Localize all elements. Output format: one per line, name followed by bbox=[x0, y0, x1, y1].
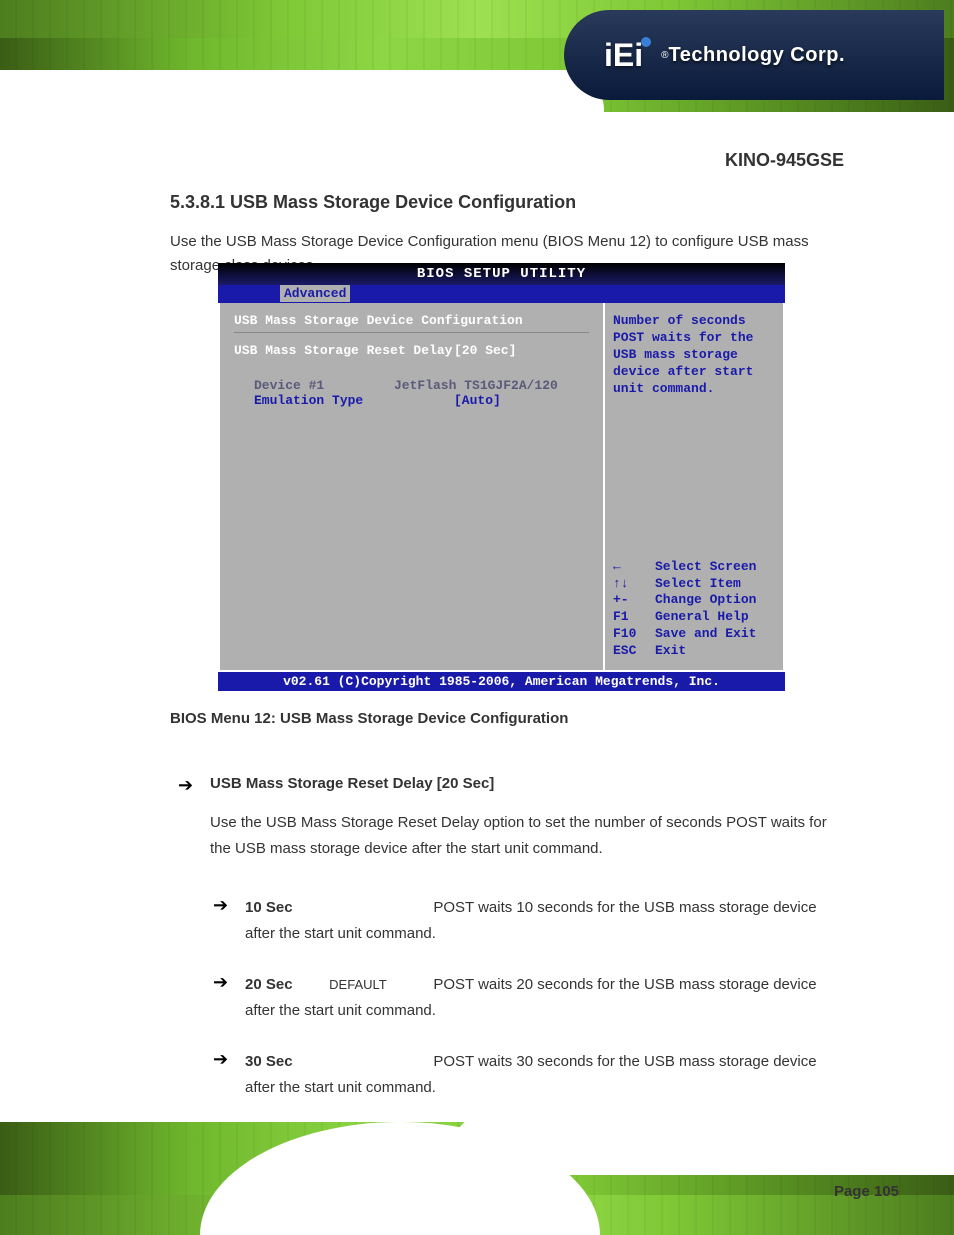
header-swoosh bbox=[0, 70, 604, 120]
bios-device-value: JetFlash TS1GJF2A/120 bbox=[394, 378, 558, 393]
bios-footer: v02.61 (C)Copyright 1985-2006, American … bbox=[218, 672, 785, 691]
suboption-30sec: 30 Sec POST waits 30 seconds for the USB… bbox=[245, 1049, 844, 1100]
logo-bubble: iEi ® Technology Corp. bbox=[564, 10, 944, 100]
bios-section-title: USB Mass Storage Device Configuration bbox=[234, 313, 589, 328]
bios-reset-delay-row[interactable]: USB Mass Storage Reset Delay [20 Sec] bbox=[234, 343, 589, 358]
option-title-reset-delay: USB Mass Storage Reset Delay [20 Sec] bbox=[210, 775, 494, 792]
bios-help-text: Number of seconds POST waits for the USB… bbox=[613, 313, 775, 397]
logo-tagline: Technology Corp. bbox=[669, 44, 846, 67]
bios-nav-row-1: ↑↓Select Item bbox=[613, 576, 775, 593]
option-desc-reset-delay: Use the USB Mass Storage Reset Delay opt… bbox=[210, 810, 844, 861]
logo-dot-icon bbox=[641, 37, 651, 47]
bios-divider bbox=[234, 332, 589, 333]
bios-emulation-value: [Auto] bbox=[454, 393, 501, 408]
bios-tab-advanced[interactable]: Advanced bbox=[280, 285, 350, 302]
suboption-default: DEFAULT bbox=[329, 974, 429, 996]
section-heading: 5.3.8.1 USB Mass Storage Device Configur… bbox=[170, 192, 576, 213]
arrow-icon: ➔ bbox=[178, 775, 193, 796]
arrow-icon: ➔ bbox=[213, 972, 228, 993]
bios-emulation-label: Emulation Type bbox=[254, 393, 454, 408]
footer-band bbox=[0, 1122, 954, 1235]
page-label: Page 105 bbox=[834, 1183, 899, 1200]
bios-nav-row-4: F10Save and Exit bbox=[613, 626, 775, 643]
bios-reset-delay-label: USB Mass Storage Reset Delay bbox=[234, 343, 454, 358]
bios-screenshot: BIOS SETUP UTILITY Advanced USB Mass Sto… bbox=[218, 263, 785, 690]
suboption-desc: POST waits 30 seconds for the USB mass s… bbox=[245, 1053, 817, 1096]
logo-reg: ® bbox=[661, 50, 668, 61]
suboption-desc: POST waits 10 seconds for the USB mass s… bbox=[245, 899, 817, 942]
logo-brand: iEi bbox=[604, 37, 651, 74]
bios-left-panel: USB Mass Storage Device Configuration US… bbox=[220, 303, 605, 670]
bios-tabbar: Advanced bbox=[218, 285, 785, 303]
bios-titlebar: BIOS SETUP UTILITY bbox=[218, 263, 785, 285]
suboption-10sec: 10 Sec POST waits 10 seconds for the USB… bbox=[245, 895, 844, 946]
suboption-key: 10 Sec bbox=[245, 895, 325, 921]
product-name: KINO-945GSE bbox=[725, 150, 844, 171]
bios-nav-row-5: ESCExit bbox=[613, 643, 775, 660]
bios-nav-help: ←Select Screen ↑↓Select Item +-Change Op… bbox=[613, 559, 775, 660]
bios-nav-row-3: F1General Help bbox=[613, 609, 775, 626]
bios-nav-row-2: +-Change Option bbox=[613, 592, 775, 609]
figure-caption: BIOS Menu 12: USB Mass Storage Device Co… bbox=[170, 710, 568, 727]
arrow-icon: ➔ bbox=[213, 1049, 228, 1070]
suboption-key: 30 Sec bbox=[245, 1049, 325, 1075]
bios-device-label: Device #1 bbox=[254, 378, 394, 393]
bios-device-row: Device #1 JetFlash TS1GJF2A/120 bbox=[254, 378, 589, 393]
suboption-key: 20 Sec bbox=[245, 972, 325, 998]
bios-body: USB Mass Storage Device Configuration US… bbox=[218, 303, 785, 672]
bios-right-panel: Number of seconds POST waits for the USB… bbox=[605, 303, 783, 670]
arrow-icon: ➔ bbox=[213, 895, 228, 916]
footer-swoosh-right bbox=[454, 1115, 954, 1175]
bios-reset-delay-value: [20 Sec] bbox=[454, 343, 516, 358]
bios-emulation-row[interactable]: Emulation Type [Auto] bbox=[254, 393, 589, 408]
header-band: iEi ® Technology Corp. bbox=[0, 0, 954, 112]
suboption-20sec: 20 Sec DEFAULT POST waits 20 seconds for… bbox=[245, 972, 844, 1023]
bios-nav-row-0: ←Select Screen bbox=[613, 559, 775, 576]
